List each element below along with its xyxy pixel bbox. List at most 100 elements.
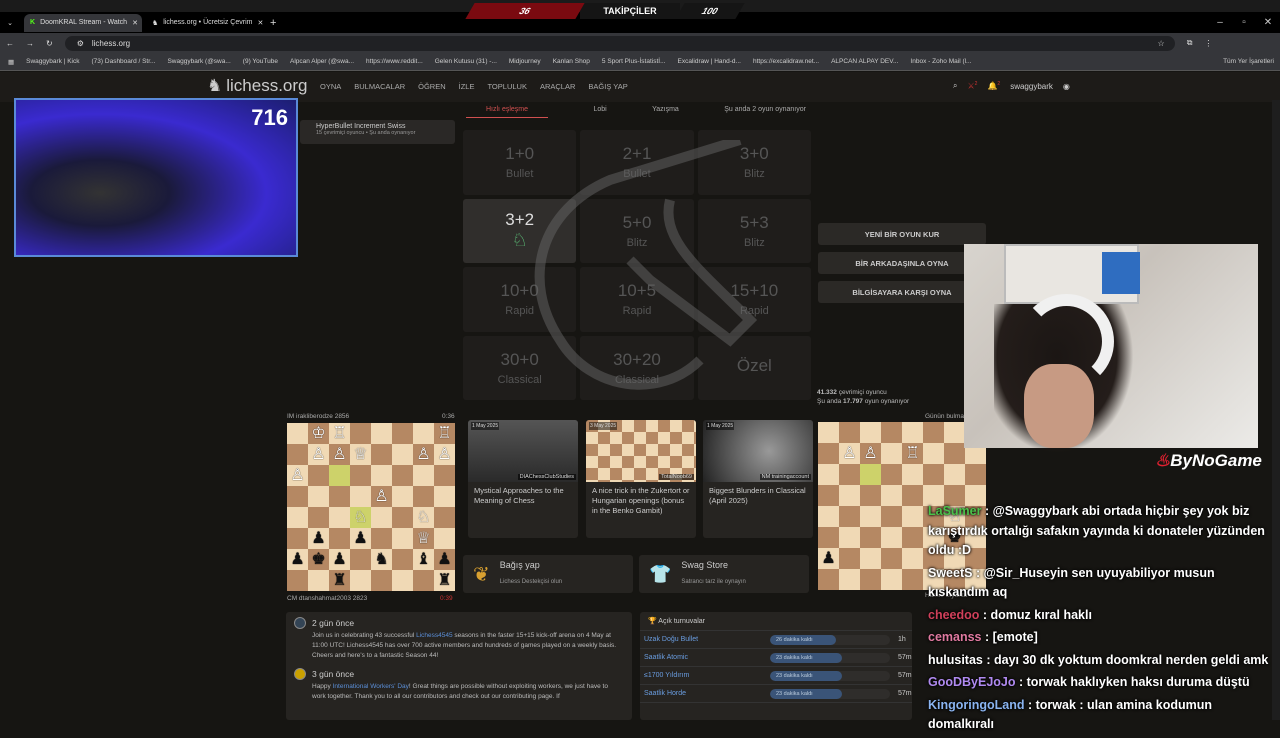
nav-topluluk[interactable]: TOPLULUK: [487, 82, 526, 91]
chess-piece: ♟: [437, 550, 452, 568]
search-icon[interactable]: ⌕: [953, 81, 957, 91]
pool-5+3[interactable]: 5+3 Blitz: [697, 198, 811, 263]
forward-icon[interactable]: →: [26, 39, 34, 48]
board-square: [860, 569, 881, 590]
nav-araclar[interactable]: ARAÇLAR: [540, 82, 575, 91]
chat-username[interactable]: cheedoo: [928, 608, 979, 622]
maximize-button[interactable]: ▫: [1232, 17, 1256, 28]
tournament-banner[interactable]: HyperBullet Increment Swiss 15 çevrimiçi …: [300, 120, 455, 144]
tv-top-player[interactable]: IM irakliberodze 2856: [287, 413, 349, 420]
bookmark[interactable]: https://excalidraw.net...: [753, 58, 819, 65]
pool-5+0[interactable]: 5+0 Blitz: [580, 198, 694, 263]
board-square: [371, 465, 392, 486]
create-game-button[interactable]: YENİ BİR OYUN KUR: [818, 223, 986, 245]
pool-1+0[interactable]: 1+0 Bullet: [463, 130, 577, 195]
tournament-row[interactable]: Saatlik Atomic 23 dakika kaldı 57m: [640, 649, 912, 667]
close-icon[interactable]: ✕: [132, 19, 138, 27]
site-info-icon[interactable]: ⚙: [77, 39, 84, 48]
new-tab-button[interactable]: +: [270, 17, 276, 29]
donate-card[interactable]: ❦ Bağış yap Lichess Destekçisi olun: [463, 555, 633, 593]
blog-card[interactable]: 1 May 2025 DIAChessClubStudies Mystical Ap…: [468, 420, 578, 538]
bookmark[interactable]: 5 Sport Plus-İstatistİ...: [602, 58, 666, 65]
page-scrollbar[interactable]: [1272, 100, 1280, 720]
tv-bottom-player[interactable]: CM dtanshahmat2003 2823: [287, 595, 367, 602]
pool-Özel[interactable]: Özel: [697, 335, 811, 400]
pool-3+2[interactable]: 3+2 ♘: [463, 198, 577, 263]
chat-username[interactable]: GooDByEJoJo: [928, 675, 1016, 689]
swag-store-card[interactable]: 👕 Swag Store Satrancı tarz ile oynayın: [639, 555, 809, 593]
board-square: [902, 569, 923, 590]
lichess-logo[interactable]: ♞ lichess.org: [207, 76, 308, 96]
nav-bagis[interactable]: BAĞIŞ YAP: [588, 82, 627, 91]
bell-icon[interactable]: 🔔2: [987, 81, 1000, 91]
bookmark[interactable]: Inbox - Zoho Mail (l...: [910, 58, 971, 65]
blog-card[interactable]: 1 May 2025 NM trainingaccount Biggest Blun…: [703, 420, 813, 538]
pool-30+0[interactable]: 30+0 Classical: [463, 335, 577, 400]
pool-30+20[interactable]: 30+20 Classical: [580, 335, 694, 400]
avatar-icon[interactable]: ◉: [1063, 82, 1070, 91]
nav-izle[interactable]: İZLE: [459, 82, 475, 91]
bookmark[interactable]: Kanlan Shop: [553, 58, 590, 65]
tournament-name: ≤1700 Yıldırım: [644, 672, 690, 679]
bookmark[interactable]: Excalidraw | Hand-d...: [678, 58, 741, 65]
bookmark[interactable]: https://www.reddit...: [366, 58, 423, 65]
url-input[interactable]: ⚙ lichess.org ☆: [64, 35, 1175, 51]
tournament-row[interactable]: Uzak Doğu Bullet 26 dakika kaldı 1h: [640, 631, 912, 649]
close-icon[interactable]: ✕: [257, 19, 263, 27]
board-square: [329, 465, 350, 486]
tab-current-games[interactable]: Şu anda 2 oyun oynanıyor: [724, 106, 806, 118]
timeline-link[interactable]: International Workers' Day: [333, 683, 409, 690]
nav-oyna[interactable]: OYNA: [320, 82, 341, 91]
pool-3+0[interactable]: 3+0 Blitz: [697, 130, 811, 195]
bookmark[interactable]: Gelen Kutusu (31) -...: [435, 58, 497, 65]
pool-10+0[interactable]: 10+0 Rapid: [463, 267, 577, 332]
nav-bulmacalar[interactable]: BULMACALAR: [354, 82, 405, 91]
tab-correspondence[interactable]: Yazışma: [652, 106, 679, 118]
tournament-row[interactable]: Saatlik Horde 23 dakika kaldı 57m: [640, 685, 912, 703]
lichess-tv-board[interactable]: ♔ ♖ ♖ ♙ ♙ ♕ ♙ ♙ ♙ ♙ ♘ ♘ ♟ ♟ ♕ ♟ ♚ ♟ ♞ ♝ ♟ ♜ ♜: [287, 423, 455, 591]
pool-time: Özel: [736, 355, 772, 375]
chess-piece: ♟: [290, 550, 305, 568]
pool-15+10[interactable]: 15+10 Rapid: [697, 267, 811, 332]
blog-card[interactable]: 3 May 2025 TotalNoob69 A nice trick in the…: [586, 420, 696, 538]
bookmark[interactable]: Midjourney: [509, 58, 541, 65]
board-square: [818, 485, 839, 506]
pool-10+5[interactable]: 10+5 Rapid: [580, 267, 694, 332]
bookmark[interactable]: Alpcan Alper (@swa...: [290, 58, 354, 65]
username[interactable]: swaggybark: [1010, 82, 1053, 91]
timeline-link[interactable]: Lichess4545: [416, 632, 453, 639]
chat-username[interactable]: KingoringoLand: [928, 698, 1025, 712]
bookmark[interactable]: ALPCAN ALPAY DEV...: [831, 58, 898, 65]
back-icon[interactable]: ←: [6, 39, 14, 48]
tab-quick-pairing[interactable]: Hızlı eşleşme: [466, 106, 549, 118]
chat-username[interactable]: SweetS: [928, 566, 972, 580]
bookmark[interactable]: (73) Dashboard / Str...: [92, 58, 156, 65]
extensions-icon[interactable]: ⧉: [1187, 38, 1193, 48]
bookmark[interactable]: Swaggybark | Kick: [26, 58, 79, 65]
minimize-button[interactable]: –: [1208, 17, 1232, 28]
chat-username[interactable]: LaSumer: [928, 504, 982, 518]
bookmark[interactable]: (9) YouTube: [243, 58, 278, 65]
menu-icon[interactable]: ⋮: [1204, 39, 1212, 48]
tab-lichess[interactable]: ♞ lichess.org • Ücretsiz Çevrim ✕: [146, 14, 264, 32]
reload-icon[interactable]: ↻: [46, 39, 53, 48]
nav-ogren[interactable]: ÖĞREN: [418, 82, 446, 91]
pool-2+1[interactable]: 2+1 Bullet: [580, 130, 694, 195]
tab-lobby[interactable]: Lobi: [593, 106, 606, 118]
board-square: [350, 549, 371, 570]
play-computer-button[interactable]: BİLGİSAYARA KARŞI OYNA: [818, 281, 986, 303]
apps-icon[interactable]: ▦: [8, 58, 14, 66]
bookmarks-folder[interactable]: Tüm Yer İşaretleri: [1223, 58, 1274, 65]
tournament-row[interactable]: ≤1700 Yıldırım 23 dakika kaldı 57m: [640, 667, 912, 685]
tab-kick[interactable]: K DoomKRAL Stream - Watch ✕: [24, 13, 142, 32]
games-now: 17.797: [843, 398, 863, 405]
close-window-button[interactable]: ✕: [1256, 17, 1280, 28]
chat-username[interactable]: hulusitas: [928, 653, 983, 667]
challenge-icon[interactable]: ⚔2: [967, 81, 977, 91]
play-friend-button[interactable]: BİR ARKADAŞINLA OYNA: [818, 252, 986, 274]
board-square: [818, 527, 839, 548]
star-icon[interactable]: ☆: [1158, 39, 1165, 48]
bookmark[interactable]: Swaggybark (@swa...: [167, 58, 230, 65]
chat-username[interactable]: cemanss: [928, 630, 982, 644]
tab-search-icon[interactable]: ⌄: [0, 19, 20, 27]
